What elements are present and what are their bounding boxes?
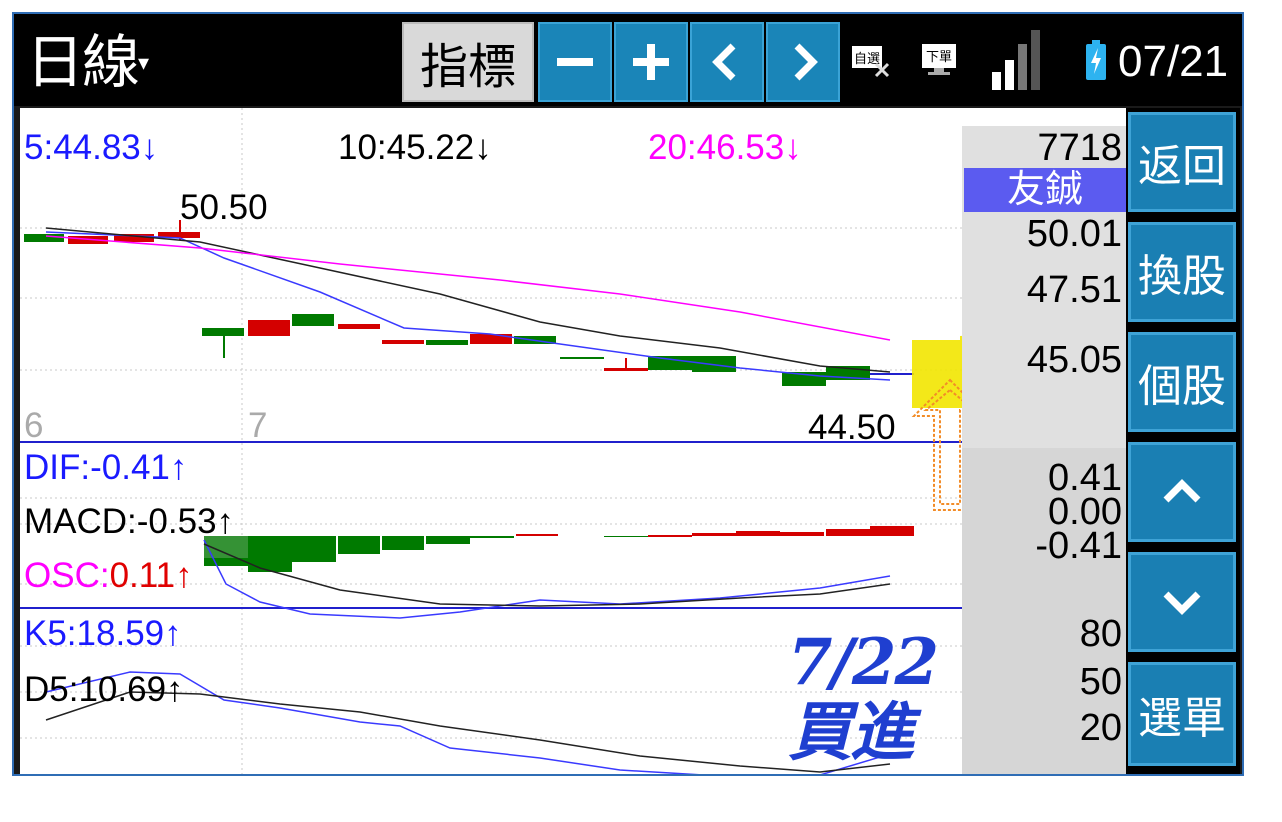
battery-charging-icon	[1086, 40, 1106, 80]
minus-icon	[557, 58, 593, 66]
side-button-column: 返回 換股 個股 選單	[1126, 108, 1240, 774]
candle	[292, 314, 334, 326]
value-axis-column: 7718 友鋮 50.01 47.51 45.05 0.41 0.00 -0.4…	[962, 108, 1130, 774]
chart-area[interactable]: 5:44.83↓ 10:45.22↓ 20:46.53↓ 50.50 44.50…	[20, 108, 962, 774]
macd-bar	[338, 536, 380, 554]
osc-value: OSC:0.11↑	[24, 556, 193, 596]
next-button[interactable]	[766, 22, 840, 102]
chevron-right-icon	[794, 43, 818, 81]
previous-button[interactable]	[690, 22, 764, 102]
price-tick: 50.01	[1026, 213, 1122, 255]
individual-stock-button[interactable]: 個股	[1128, 332, 1236, 432]
app-window: 日線▾ 指標 自選 下單 07/21 5:44.83↓ 10:45.22↓ 20…	[12, 12, 1244, 776]
plus-icon	[633, 44, 669, 80]
macd-bar	[426, 536, 470, 544]
handwritten-note: 7/22買進	[788, 625, 939, 770]
macd-value: MACD:-0.53↑	[24, 502, 235, 541]
macd-bar	[870, 526, 914, 536]
menu-button[interactable]: 選單	[1128, 662, 1236, 766]
macd-histogram	[204, 526, 914, 572]
ma5-line	[45, 231, 891, 381]
macd-bar	[516, 534, 558, 536]
kd-tick: 20	[1079, 707, 1122, 749]
chevron-down-icon	[1163, 591, 1201, 615]
d-value: D5:10.69↑	[24, 670, 184, 709]
price-tick: 45.05	[1026, 339, 1122, 381]
candle	[202, 328, 244, 336]
zoom-out-button[interactable]	[538, 22, 612, 102]
macd-bar	[292, 536, 336, 562]
menu-label: 選單	[1138, 694, 1226, 743]
watchlist-icon[interactable]: 自選	[850, 42, 890, 78]
osc-number: 0.11↑	[109, 556, 193, 595]
highlight-marker	[912, 335, 962, 408]
signal-strength-icon	[990, 26, 1046, 92]
candle	[338, 324, 380, 329]
macd-bar	[826, 529, 870, 536]
ma10-value: 10:45.22↓	[338, 128, 492, 167]
chevron-up-icon	[1163, 479, 1201, 503]
zoom-in-button[interactable]	[614, 22, 688, 102]
dropdown-caret-icon: ▾	[138, 50, 149, 75]
switch-stock-label: 換股	[1138, 252, 1226, 301]
indicator-button[interactable]: 指標	[402, 22, 534, 102]
macd-bar	[470, 536, 514, 538]
period-label: 日線	[26, 30, 140, 95]
svg-text:下單: 下單	[926, 50, 952, 65]
candle	[426, 340, 468, 345]
period-selector[interactable]: 日線▾	[26, 28, 149, 98]
switch-stock-button[interactable]: 換股	[1128, 222, 1236, 322]
period-low-label: 44.50	[808, 408, 896, 447]
price-tick: 47.51	[1026, 269, 1122, 311]
macd-tick: -0.41	[1035, 525, 1122, 567]
order-icon[interactable]: 下單	[920, 42, 960, 78]
candle	[604, 368, 648, 371]
dif-value: DIF:-0.41↑	[24, 448, 188, 487]
back-label: 返回	[1138, 142, 1226, 191]
osc-prefix: OSC:	[24, 556, 110, 595]
k-value: K5:18.59↑	[24, 614, 182, 653]
back-button[interactable]: 返回	[1128, 112, 1236, 212]
top-toolbar: 日線▾ 指標 自選 下單 07/21	[14, 14, 1242, 106]
ma20-value: 20:46.53↓	[648, 128, 802, 167]
indicator-label: 指標	[419, 41, 516, 94]
ma20-line	[45, 235, 891, 341]
macd-bar	[736, 531, 780, 536]
macd-bar	[780, 532, 824, 536]
date-display: 07/21	[1118, 37, 1229, 86]
stock-code: 7718	[1037, 127, 1122, 169]
month-label: 7	[248, 406, 268, 445]
candle	[382, 340, 424, 344]
macd-bar	[604, 536, 648, 537]
macd-bar	[248, 536, 292, 572]
individual-stock-label: 個股	[1138, 362, 1226, 411]
macd-bar	[692, 533, 736, 536]
month-label: 6	[24, 406, 44, 445]
candle	[24, 234, 64, 242]
scroll-down-button[interactable]	[1128, 552, 1236, 652]
stock-name: 友鋮	[964, 168, 1126, 212]
chevron-left-icon	[712, 43, 736, 81]
period-high-label: 50.50	[180, 188, 268, 227]
ma5-value: 5:44.83↓	[24, 128, 159, 167]
candle	[248, 320, 290, 336]
candle	[648, 356, 692, 370]
kd-tick: 80	[1079, 613, 1122, 655]
ma10-line	[45, 227, 891, 373]
macd-bar	[382, 536, 424, 550]
macd-bar	[648, 535, 692, 537]
scroll-up-button[interactable]	[1128, 442, 1236, 542]
kd-tick: 50	[1079, 661, 1122, 703]
